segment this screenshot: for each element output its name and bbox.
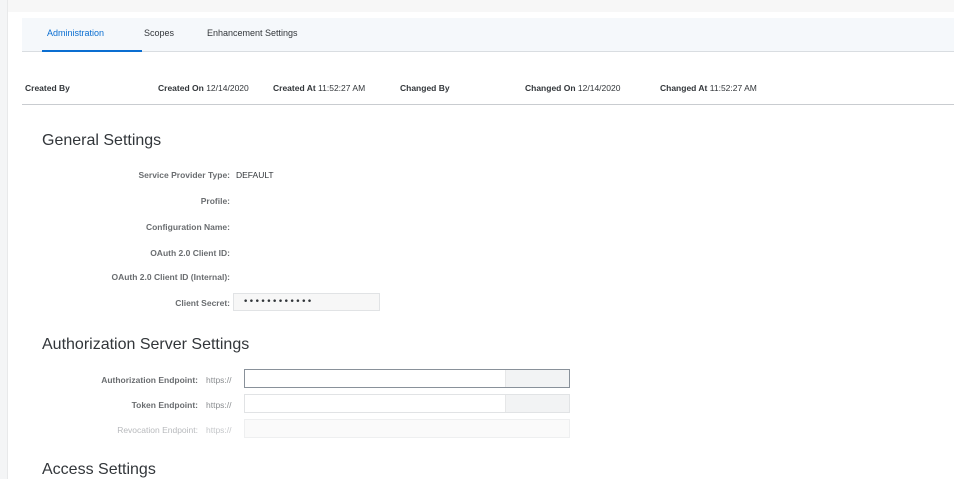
- client-secret-field[interactable]: ••••••••••••: [233, 293, 380, 311]
- revocation-endpoint-label: Revocation Endpoint:: [117, 425, 198, 435]
- client-secret-label: Client Secret:: [175, 298, 230, 308]
- authorization-endpoint-suffix-area: [505, 370, 569, 387]
- token-endpoint-suffix-area: [505, 395, 569, 412]
- authorization-endpoint-input[interactable]: [244, 369, 570, 388]
- token-endpoint-input[interactable]: [244, 394, 570, 413]
- top-panel-edge: [8, 0, 954, 12]
- tab-bar: Administration Scopes Enhancement Settin…: [22, 18, 954, 52]
- authorization-endpoint-label: Authorization Endpoint:: [101, 375, 198, 385]
- created-by-label: Created By: [25, 83, 70, 93]
- changed-on-field: Changed On 12/14/2020: [525, 83, 621, 93]
- revocation-endpoint-input: [244, 419, 570, 438]
- left-panel-edge: [0, 0, 8, 479]
- token-endpoint-label: Token Endpoint:: [131, 400, 198, 410]
- created-on-field: Created On 12/14/2020: [158, 83, 249, 93]
- access-settings-title: Access Settings: [42, 461, 156, 478]
- profile-label: Profile:: [200, 196, 230, 206]
- changed-by-label: Changed By: [400, 83, 450, 93]
- changed-at-field: Changed At 11:52:27 AM: [660, 83, 757, 93]
- tab-administration[interactable]: Administration: [47, 28, 104, 38]
- client-id-label: OAuth 2.0 Client ID:: [150, 248, 230, 258]
- configuration-name-label: Configuration Name:: [145, 222, 230, 232]
- general-settings-title: General Settings: [42, 132, 162, 149]
- active-tab-indicator: [42, 50, 142, 52]
- tab-scopes[interactable]: Scopes: [144, 28, 174, 38]
- revocation-endpoint-prefix: https://: [206, 425, 232, 435]
- service-provider-type-label: Service Provider Type:: [138, 170, 231, 180]
- header-divider: [22, 104, 954, 105]
- service-provider-type-value: DEFAULT: [236, 170, 274, 180]
- token-endpoint-prefix: https://: [206, 400, 232, 410]
- created-at-field: Created At 11:52:27 AM: [273, 83, 366, 93]
- client-id-internal-label: OAuth 2.0 Client ID (Internal):: [111, 272, 230, 282]
- authorization-server-settings-title: Authorization Server Settings: [42, 336, 250, 353]
- tab-enhancement-settings[interactable]: Enhancement Settings: [207, 28, 298, 38]
- authorization-endpoint-prefix: https://: [206, 375, 232, 385]
